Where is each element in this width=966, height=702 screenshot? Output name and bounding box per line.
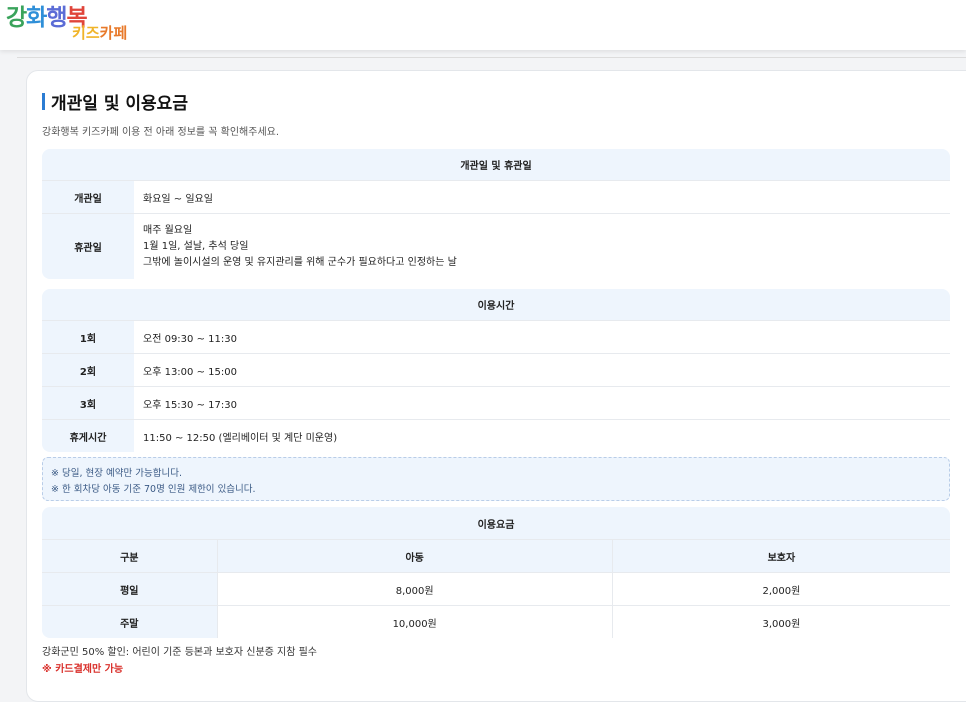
row-value: 11:50 ~ 12:50 (엘리베이터 및 계단 미운영)	[134, 419, 950, 452]
closed-day-line: 그밖에 놀이시설의 운영 및 유지관리를 위해 군수가 필요하다고 인정하는 날	[143, 256, 457, 268]
column-header: 아동	[216, 539, 613, 573]
row-key: 개관일	[42, 180, 134, 214]
hours-table: 이용시간 1회 오전 09:30 ~ 11:30 2회 오후 13:00 ~ 1…	[42, 289, 950, 452]
column-header: 보호자	[611, 539, 950, 573]
table-row: 휴관일 매주 월요일 1월 1일, 설날, 추석 당일 그밖에 놀이시설의 운영…	[42, 213, 950, 279]
logo-char: 강	[6, 5, 27, 31]
row-value: 오전 09:30 ~ 11:30	[134, 320, 950, 354]
closed-day-line: 1월 1일, 설날, 추석 당일	[143, 240, 249, 252]
row-value: 오후 15:30 ~ 17:30	[134, 386, 950, 420]
card-only-note: ※ 카드결제만 가능	[42, 664, 124, 675]
notice-box: ※ 당일, 현장 예약만 가능합니다. ※ 한 회차당 아동 기준 70명 인원…	[42, 457, 950, 501]
table-row: 3회 오후 15:30 ~ 17:30	[42, 386, 950, 420]
row-value: 화요일 ~ 일요일	[134, 180, 950, 214]
page-subtitle: 강화행복 키즈카페 이용 전 아래 정보를 꼭 확인해주세요.	[42, 127, 280, 138]
closed-day-line: 매주 월요일	[143, 224, 193, 236]
guardian-fee: 2,000원	[611, 572, 950, 606]
table-row: 2회 오후 13:00 ~ 15:00	[42, 353, 950, 387]
logo-char: 키	[72, 24, 86, 42]
notice-line: ※ 당일, 현장 예약만 가능합니다.	[51, 468, 182, 479]
fees-table: 이용요금 구분 아동 보호자 평일 8,000원 2,000원 주말 10,00…	[42, 507, 950, 638]
notice-line: ※ 한 회차당 아동 기준 70명 인원 제한이 있습니다.	[51, 484, 256, 495]
row-key: 휴게시간	[42, 419, 134, 452]
logo-char: 화	[26, 5, 47, 31]
child-fee: 10,000원	[216, 605, 613, 638]
table-row: 개관일 화요일 ~ 일요일	[42, 180, 950, 214]
row-key: 평일	[42, 572, 218, 606]
table-caption: 개관일 및 휴관일	[42, 149, 950, 181]
page-title: 개관일 및 이용요금	[51, 94, 188, 114]
row-key: 휴관일	[42, 213, 134, 279]
row-value: 오후 13:00 ~ 15:00	[134, 353, 950, 387]
column-header: 구분	[42, 539, 218, 573]
logo-char: 즈	[85, 24, 100, 42]
logo-sub-text: 키즈카페	[72, 22, 127, 43]
logo-char: 페	[113, 24, 128, 42]
logo-char: 카	[99, 24, 114, 42]
table-caption: 이용시간	[42, 289, 950, 321]
row-key: 주말	[42, 605, 218, 638]
logo-char: 행	[46, 5, 67, 31]
guardian-fee: 3,000원	[611, 605, 950, 638]
table-header-row: 구분 아동 보호자	[42, 539, 950, 573]
row-key: 3회	[42, 386, 134, 420]
table-row: 주말 10,000원 3,000원	[42, 605, 950, 638]
opening-days-table: 개관일 및 휴관일 개관일 화요일 ~ 일요일 휴관일 매주 월요일 1월 1일…	[42, 149, 950, 279]
info-card: 개관일 및 이용요금 강화행복 키즈카페 이용 전 아래 정보를 꼭 확인해주세…	[26, 70, 966, 702]
row-key: 1회	[42, 320, 134, 354]
site-header: 강화행복 키즈카페	[0, 0, 966, 50]
row-key: 2회	[42, 353, 134, 387]
table-caption: 이용요금	[42, 507, 950, 540]
header-divider	[17, 57, 966, 58]
table-row: 평일 8,000원 2,000원	[42, 572, 950, 606]
table-row: 1회 오전 09:30 ~ 11:30	[42, 320, 950, 354]
discount-note: 강화군민 50% 할인: 어린이 기준 등본과 보호자 신분증 지참 필수	[42, 647, 318, 658]
title-accent-bar	[42, 93, 45, 110]
child-fee: 8,000원	[216, 572, 613, 606]
row-value: 매주 월요일 1월 1일, 설날, 추석 당일 그밖에 놀이시설의 운영 및 유…	[134, 213, 950, 279]
table-row: 휴게시간 11:50 ~ 12:50 (엘리베이터 및 계단 미운영)	[42, 419, 950, 452]
